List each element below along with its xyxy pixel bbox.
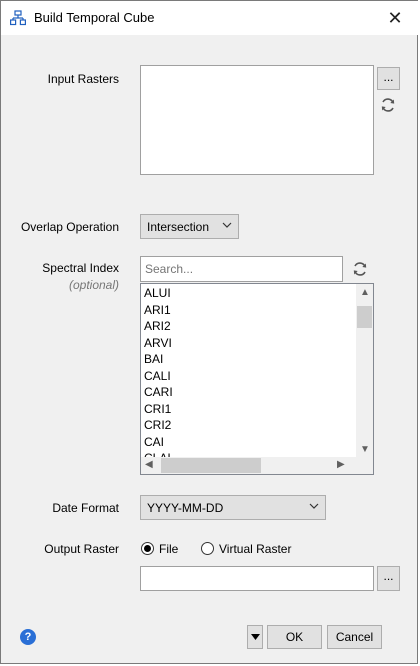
scroll-left-icon[interactable]: ◀ [145, 459, 153, 470]
refresh-icon[interactable] [379, 96, 397, 114]
close-button[interactable]: ✕ [373, 1, 417, 35]
title-bar: Build Temporal Cube ✕ [1, 1, 419, 35]
list-item[interactable]: BAI [144, 351, 349, 368]
ok-options-dropdown-button[interactable] [247, 625, 263, 649]
spectral-index-optional-label: (optional) [68, 278, 119, 292]
cube-network-icon [10, 10, 26, 26]
virtual-raster-radio-label[interactable]: Virtual Raster [219, 542, 291, 556]
radio-selected-dot [144, 545, 151, 552]
output-raster-path-input[interactable] [140, 566, 374, 591]
scrollbar-corner [356, 457, 373, 474]
overlap-operation-label: Overlap Operation [20, 220, 119, 234]
refresh-icon[interactable] [351, 260, 369, 278]
input-rasters-browse-button[interactable]: ... [377, 67, 400, 90]
dialog-title: Build Temporal Cube [34, 10, 155, 25]
help-icon[interactable]: ? [20, 629, 36, 645]
list-item[interactable]: ALUI [144, 285, 349, 302]
ok-button[interactable]: OK [267, 625, 322, 649]
list-item[interactable]: CRI2 [144, 417, 349, 434]
list-item[interactable]: ARVI [144, 335, 349, 352]
horizontal-scroll-thumb[interactable] [161, 458, 261, 473]
list-item[interactable]: CRI1 [144, 401, 349, 418]
horizontal-scrollbar[interactable]: ◀ ▶ [141, 457, 373, 474]
spectral-index-label: Spectral Index [42, 261, 119, 275]
chevron-down-icon [222, 222, 232, 228]
vertical-scrollbar[interactable]: ▲ ▼ [356, 284, 373, 457]
date-format-label: Date Format [52, 501, 119, 515]
close-icon: ✕ [387, 8, 403, 28]
caret-down-icon [251, 634, 260, 640]
scroll-down-icon[interactable]: ▼ [360, 444, 370, 455]
list-item[interactable]: CALI [144, 368, 349, 385]
output-raster-browse-button[interactable]: ... [377, 566, 400, 591]
virtual-raster-radio[interactable] [201, 542, 214, 555]
overlap-operation-value: Intersection [147, 220, 210, 234]
build-temporal-cube-dialog: Build Temporal Cube ✕ Input Rasters ... … [0, 0, 419, 664]
file-radio-label[interactable]: File [159, 542, 178, 556]
date-format-value: YYYY-MM-DD [147, 501, 224, 515]
cancel-button[interactable]: Cancel [327, 625, 382, 649]
list-item[interactable]: CAI [144, 434, 349, 451]
input-rasters-label: Input Rasters [47, 72, 119, 86]
list-item[interactable]: ARI1 [144, 302, 349, 319]
scroll-up-icon[interactable]: ▲ [360, 287, 370, 298]
vertical-scroll-thumb[interactable] [357, 306, 372, 328]
overlap-operation-select[interactable]: Intersection [140, 214, 239, 239]
spectral-index-search-input[interactable] [140, 256, 343, 282]
list-item[interactable]: CARI [144, 384, 349, 401]
date-format-select[interactable]: YYYY-MM-DD [140, 495, 326, 520]
input-rasters-list[interactable] [140, 65, 374, 175]
list-item[interactable]: ARI2 [144, 318, 349, 335]
spectral-index-list[interactable]: ALUI ARI1 ARI2 ARVI BAI CALI CARI CRI1 C… [140, 283, 374, 475]
file-radio[interactable] [141, 542, 154, 555]
scroll-right-icon[interactable]: ▶ [337, 459, 345, 470]
chevron-down-icon [309, 503, 319, 509]
spectral-index-items: ALUI ARI1 ARI2 ARVI BAI CALI CARI CRI1 C… [144, 285, 349, 467]
output-raster-label: Output Raster [44, 542, 119, 556]
